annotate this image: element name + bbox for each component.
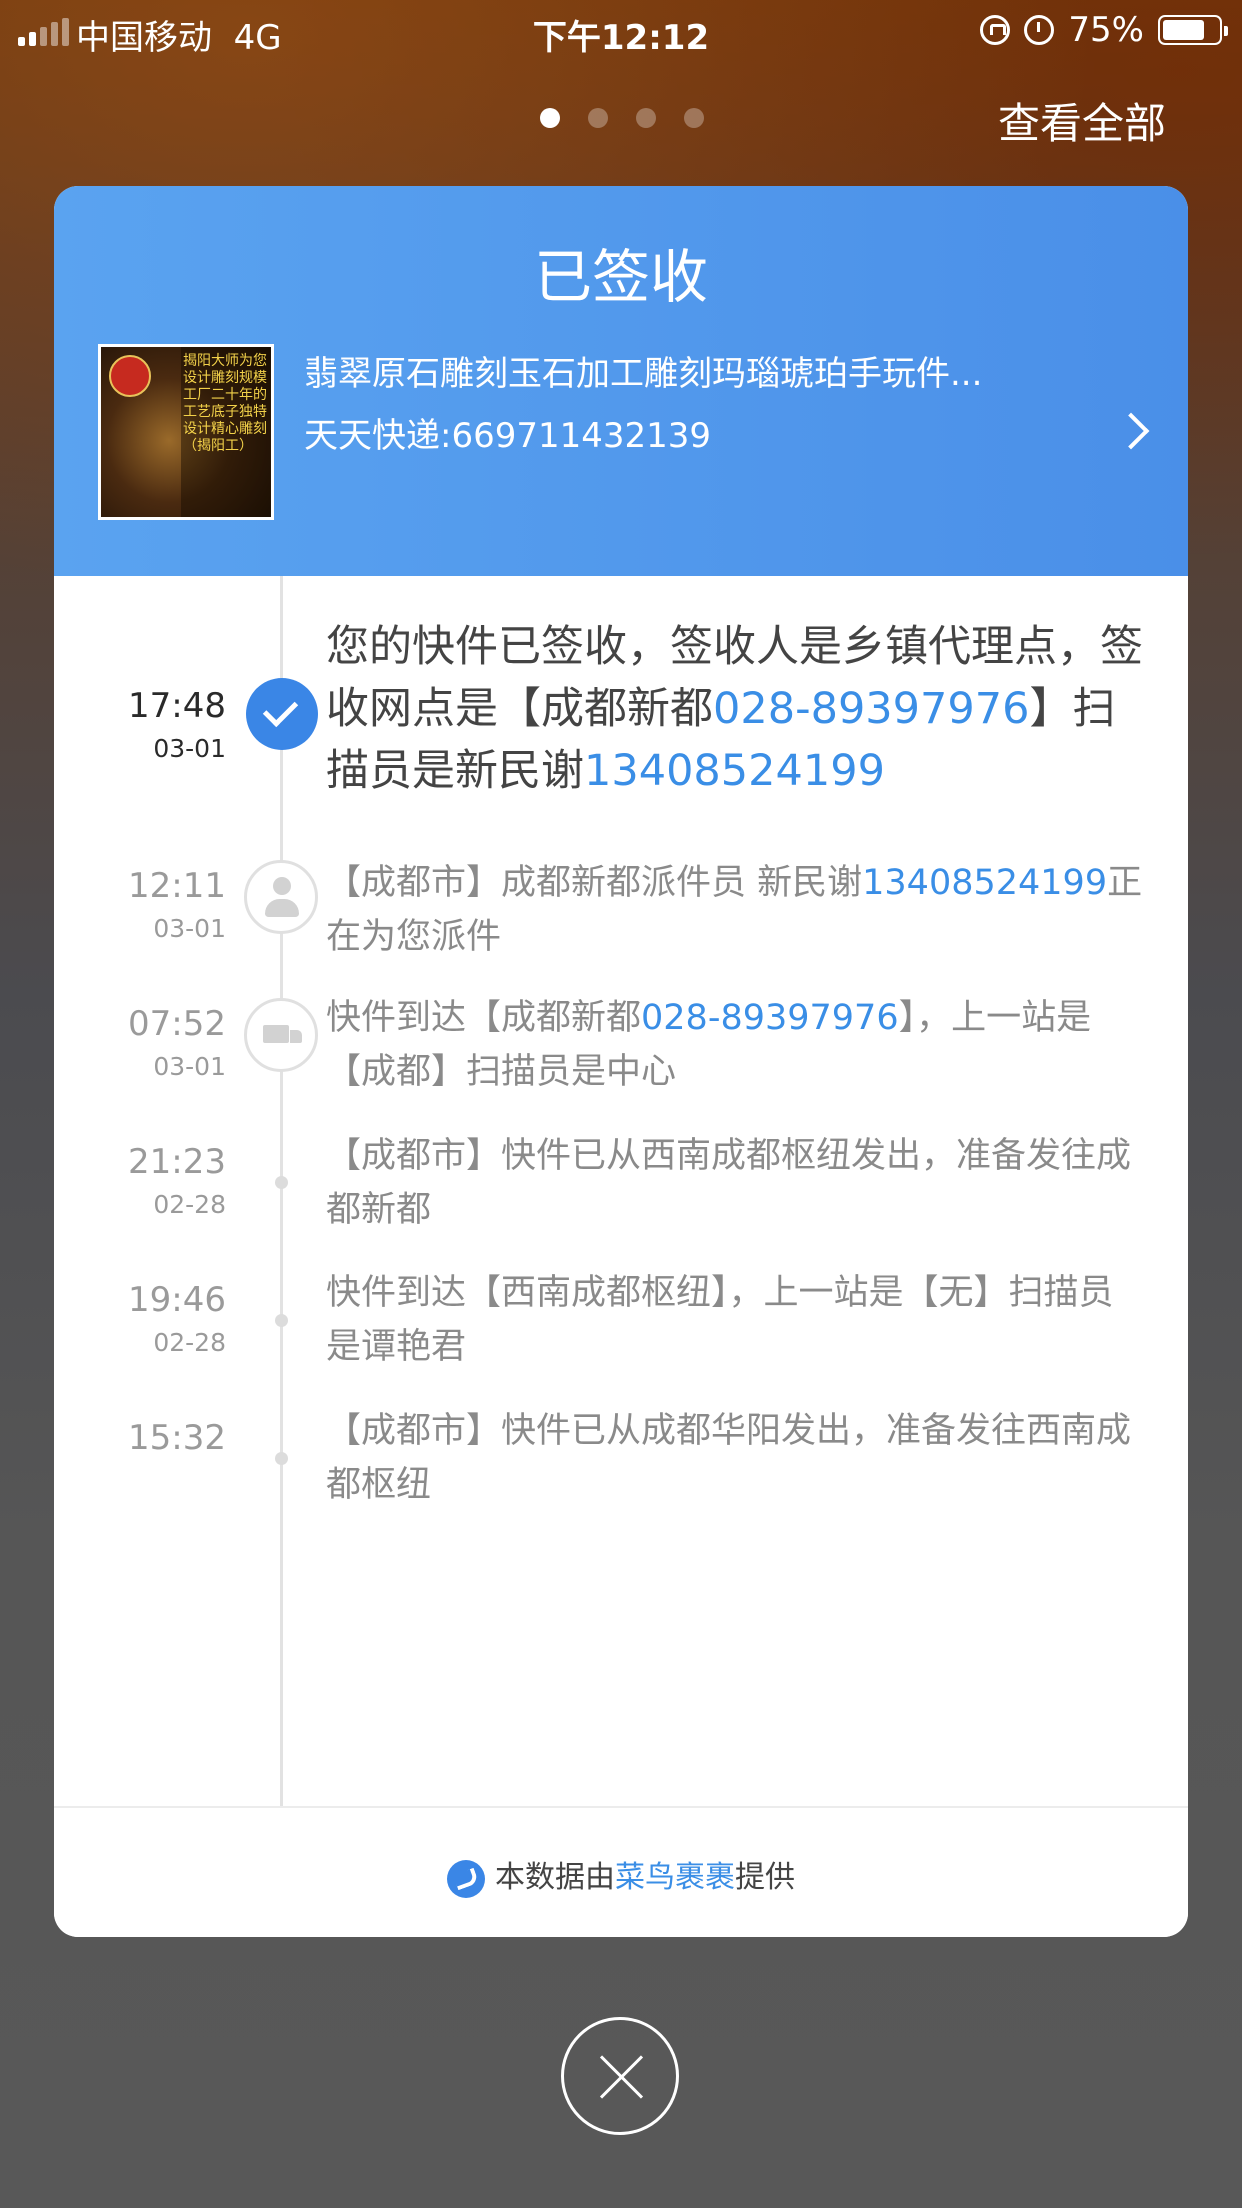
- event-date: 02-28: [153, 1190, 226, 1219]
- phone-link[interactable]: 028-89397976: [713, 684, 1029, 734]
- card-header[interactable]: 已签收 揭阳大师为您设计雕刻规模工厂二十年的工艺底子独特设计精心雕刻（揭阳工） …: [54, 186, 1188, 576]
- page-dot[interactable]: [588, 108, 608, 128]
- person-icon: [244, 860, 318, 934]
- event-text: 【成都市】成都新都派件员 新民谢: [326, 863, 863, 903]
- cainiao-logo-icon: [447, 1859, 485, 1898]
- event-description: 快件到达【成都新都028-89397976】，上一站是【成都】扫描员是中心: [326, 991, 1146, 1099]
- event-time: 17:48: [128, 686, 226, 726]
- event-date: 02-28: [153, 1328, 226, 1357]
- event-time: 12:11: [128, 866, 226, 906]
- event-time: 19:46: [128, 1280, 226, 1320]
- page-dot[interactable]: [540, 108, 560, 128]
- seal-icon: [109, 355, 151, 397]
- close-button[interactable]: [561, 2017, 679, 2135]
- event-description: 【成都市】成都新都派件员 新民谢13408524199正在为您派件: [326, 856, 1146, 964]
- view-all-button[interactable]: 查看全部: [998, 90, 1166, 151]
- timeline-dot: [275, 1314, 288, 1327]
- delivery-status-title: 已签收: [533, 243, 708, 311]
- footer-suffix: 提供: [735, 1860, 795, 1895]
- alarm-icon: [1024, 15, 1055, 45]
- event-date: 03-01: [153, 1052, 226, 1081]
- event-date: 03-01: [153, 734, 226, 763]
- timeline-dot: [275, 1176, 288, 1189]
- event-description: 您的快件已签收，签收人是乡镇代理点，签收网点是【成都新都028-89397976…: [326, 616, 1146, 802]
- product-thumbnail: 揭阳大师为您设计雕刻规模工厂二十年的工艺底子独特设计精心雕刻（揭阳工）: [98, 344, 274, 520]
- phone-link[interactable]: 13408524199: [584, 746, 885, 796]
- thumbnail-text: 揭阳大师为您设计雕刻规模工厂二十年的工艺底子独特设计精心雕刻（揭阳工）: [183, 353, 267, 454]
- rotation-lock-icon: [980, 15, 1011, 45]
- page-dot[interactable]: [684, 108, 704, 128]
- tracking-timeline[interactable]: 17:48 03-01 您的快件已签收，签收人是乡镇代理点，签收网点是【成都新都02…: [54, 576, 1188, 1806]
- battery-percent: 75%: [1068, 10, 1144, 50]
- battery-icon: [1158, 15, 1228, 45]
- chevron-right-icon[interactable]: [1112, 412, 1150, 450]
- check-icon: [246, 678, 318, 750]
- phone-link[interactable]: 13408524199: [862, 863, 1107, 903]
- timeline-line: [280, 576, 283, 1806]
- event-description: 【成都市】快件已从西南成都枢纽发出，准备发往成都新都: [326, 1129, 1146, 1237]
- brand-link[interactable]: 菜鸟裹裹: [615, 1860, 735, 1895]
- event-time: 15:32: [128, 1418, 226, 1458]
- product-name: 翡翠原石雕刻玉石加工雕刻玛瑙琥珀手玩件...: [304, 354, 983, 394]
- event-date: 03-01: [153, 914, 226, 943]
- event-time: 21:23: [128, 1142, 226, 1182]
- truck-icon: [244, 998, 318, 1072]
- event-time: 07:52: [128, 1004, 226, 1044]
- page-indicator: [540, 108, 704, 128]
- page-dot[interactable]: [636, 108, 656, 128]
- data-source-footer: 本数据由菜鸟裹裹提供: [54, 1806, 1188, 1937]
- tracking-number: 天天快递:669711432139: [304, 416, 712, 456]
- event-text: 快件到达【西南成都枢纽】，上一站是【无】扫描员是谭艳君: [326, 1273, 1114, 1367]
- event-description: 快件到达【西南成都枢纽】，上一站是【无】扫描员是谭艳君: [326, 1266, 1146, 1374]
- phone-link[interactable]: 028-89397976: [641, 998, 899, 1038]
- footer-prefix: 本数据由: [495, 1860, 615, 1895]
- status-right: 75%: [980, 10, 1228, 50]
- timeline-dot: [275, 1452, 288, 1465]
- event-text: 【成都市】快件已从西南成都枢纽发出，准备发往成都新都: [326, 1136, 1132, 1230]
- event-text: 快件到达【成都新都: [326, 998, 642, 1038]
- package-card: 已签收 揭阳大师为您设计雕刻规模工厂二十年的工艺底子独特设计精心雕刻（揭阳工） …: [54, 186, 1188, 1937]
- status-bar: 中国移动 4G 下午12:12 75%: [0, 0, 1242, 64]
- event-text: 【成都市】快件已从成都华阳发出，准备发往西南成都枢纽: [326, 1411, 1132, 1505]
- event-description: 【成都市】快件已从成都华阳发出，准备发往西南成都枢纽: [326, 1404, 1146, 1512]
